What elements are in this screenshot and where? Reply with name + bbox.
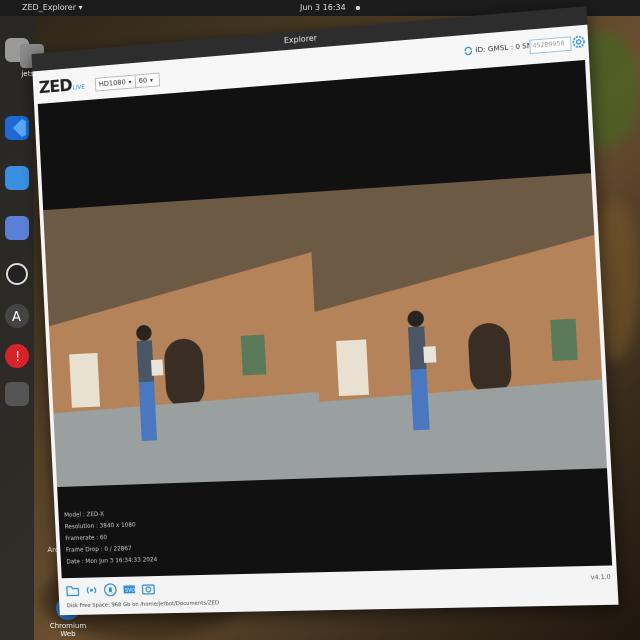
serial-number-field[interactable]: 45289958 — [529, 36, 572, 55]
trash-icon[interactable] — [5, 382, 29, 406]
sync-icon[interactable] — [463, 45, 474, 56]
record-icon[interactable] — [103, 583, 117, 597]
live-label: LIVE — [72, 83, 85, 92]
disk-free-space: Disk Free Space: 968 Gb on /home/jetbot/… — [66, 600, 220, 610]
clock[interactable]: Jun 3 16:34 — [300, 0, 346, 16]
dock: A ! — [0, 16, 34, 640]
fps-select[interactable]: 60 ▾ — [134, 72, 161, 89]
resolution-select[interactable]: HD1080 ▾ — [94, 74, 138, 92]
stereo-view — [43, 173, 607, 488]
zed-logo: ZED — [38, 76, 73, 99]
zed-explorer-window: Explorer ZED LIVE HD1080 ▾ 60 ▾ ID: GMSL :… — [31, 6, 619, 616]
camera-info-panel: Model : ZED-X Resolution : 3840 x 1080 F… — [64, 507, 158, 568]
version-label: v4.1.0 — [590, 573, 611, 582]
right-camera-view — [308, 173, 607, 478]
desktop-icon-label: Chromium Web — [49, 622, 87, 638]
info-date: Date : Mon Jun 3 16:34:33 2024 — [66, 556, 158, 566]
camera-id-select[interactable]: ID: GMSL : 0 — [475, 43, 520, 55]
video-viewer[interactable]: Model : ZED-X Resolution : 3840 x 1080 F… — [37, 59, 613, 579]
settings-icon[interactable] — [571, 34, 587, 50]
folder-icon[interactable] — [66, 584, 80, 598]
warning-icon[interactable]: ! — [5, 344, 29, 368]
chevron-down-icon: ▾ — [149, 77, 154, 85]
svg-text:SVO: SVO — [125, 588, 135, 594]
resolution-value: HD1080 — [98, 78, 127, 89]
stream-icon[interactable] — [85, 583, 99, 597]
svg-text:!: ! — [15, 350, 20, 365]
snapshot-icon[interactable] — [141, 582, 155, 596]
chevron-down-icon: ▾ — [128, 78, 132, 86]
svg-text:A: A — [12, 310, 21, 325]
fps-value: 60 — [138, 76, 148, 86]
software-icon[interactable]: A — [5, 304, 29, 328]
terminal-icon[interactable] — [5, 166, 29, 190]
screen-icon[interactable] — [5, 216, 29, 240]
notification-dot — [356, 6, 360, 10]
obs-icon[interactable] — [5, 262, 29, 286]
vscode-icon[interactable] — [5, 116, 29, 140]
svo-icon[interactable]: SVO — [122, 582, 136, 596]
left-camera-view — [43, 192, 324, 488]
window-title: Explorer — [283, 33, 318, 46]
active-app-menu[interactable]: ZED_Explorer ▾ — [22, 0, 83, 16]
